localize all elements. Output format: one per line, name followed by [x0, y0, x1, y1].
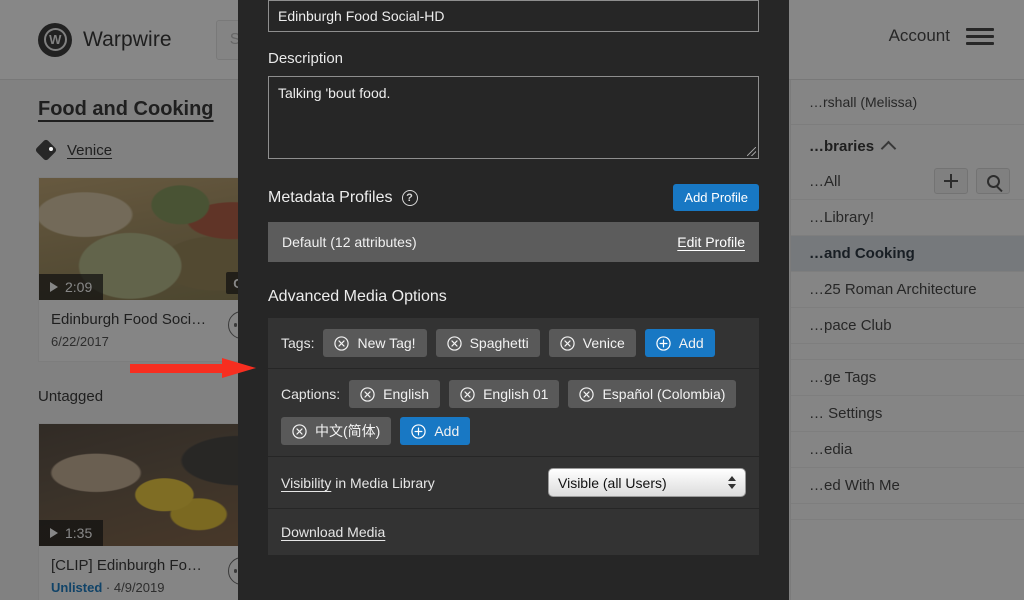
- edit-profile-link[interactable]: Edit Profile: [677, 234, 745, 250]
- question-mark-icon[interactable]: ?: [401, 189, 418, 206]
- advanced-options-panel: Tags: New Tag! Spaghetti Venice Add Capt…: [268, 318, 759, 555]
- circle-x-icon[interactable]: [360, 386, 375, 402]
- advanced-media-options-title: Advanced Media Options: [268, 288, 447, 305]
- circle-x-icon[interactable]: [446, 335, 462, 351]
- circle-x-icon[interactable]: [292, 423, 307, 439]
- description-label: Description: [268, 50, 344, 67]
- add-caption-label: Add: [434, 423, 460, 439]
- caption-chip-label: English 01: [483, 386, 549, 402]
- circle-plus-icon: [656, 335, 671, 351]
- description-value: Talking 'bout food.: [278, 85, 391, 101]
- circle-x-icon[interactable]: [560, 335, 575, 351]
- metadata-profiles-title: Metadata Profiles: [268, 188, 393, 206]
- caption-chip-label: Español (Colombia): [602, 386, 726, 402]
- edit-media-modal: Edinburgh Food Social-HD Description Tal…: [238, 0, 789, 600]
- caption-chip[interactable]: Español (Colombia): [568, 380, 737, 408]
- caption-chip[interactable]: English: [349, 380, 441, 408]
- visibility-suffix: in Media Library: [331, 474, 435, 491]
- download-media-link[interactable]: Download Media: [281, 524, 385, 540]
- captions-line-1: Captions: English English 01 Español (Co…: [281, 380, 746, 408]
- description-field[interactable]: Talking 'bout food.: [268, 76, 759, 159]
- profile-name: Default (12 attributes): [282, 234, 417, 250]
- tag-chip[interactable]: Venice: [548, 329, 636, 357]
- title-field[interactable]: Edinburgh Food Social-HD: [268, 0, 759, 32]
- screen-root: W Warpwire Search Account Food and Cooki…: [0, 0, 1024, 600]
- select-stepper-icon: [728, 476, 736, 489]
- tag-chip-label: Venice: [582, 335, 625, 351]
- circle-x-icon[interactable]: [334, 335, 350, 351]
- captions-line-2: 中文(简体) Add: [281, 417, 746, 445]
- metadata-profiles-header: Metadata Profiles ? Add Profile: [268, 184, 759, 211]
- visibility-selected-value: Visible (all Users): [558, 474, 667, 491]
- add-caption-button[interactable]: Add: [400, 417, 471, 445]
- captions-label: Captions:: [281, 386, 341, 402]
- tag-chip-label: Spaghetti: [469, 335, 529, 351]
- caption-chip[interactable]: 中文(简体): [281, 417, 392, 445]
- circle-plus-icon: [411, 423, 426, 439]
- resize-handle[interactable]: [747, 147, 756, 156]
- captions-rows: Captions: English English 01 Español (Co…: [281, 380, 746, 445]
- visibility-label: Visibility in Media Library: [281, 475, 435, 491]
- add-tag-label: Add: [678, 335, 704, 351]
- metadata-profile-row[interactable]: Default (12 attributes) Edit Profile: [268, 222, 759, 262]
- visibility-row: Visibility in Media Library Visible (all…: [268, 457, 759, 509]
- caption-chip-label: 中文(简体): [315, 423, 381, 439]
- caption-chip-label: English: [383, 386, 430, 402]
- tag-chip-label: New Tag!: [357, 335, 416, 351]
- captions-row: Captions: English English 01 Español (Co…: [268, 369, 759, 457]
- circle-x-icon[interactable]: [460, 386, 475, 402]
- visibility-link[interactable]: Visibility: [281, 475, 331, 491]
- visibility-select[interactable]: Visible (all Users): [548, 468, 746, 497]
- right-arrow-annotation: [130, 358, 256, 378]
- tag-chip[interactable]: New Tag!: [323, 329, 427, 357]
- add-tag-button[interactable]: Add: [644, 329, 715, 357]
- tags-row: Tags: New Tag! Spaghetti Venice Add: [268, 318, 759, 369]
- add-profile-button[interactable]: Add Profile: [673, 184, 759, 211]
- tag-chip[interactable]: Spaghetti: [435, 329, 540, 357]
- caption-chip[interactable]: English 01: [449, 380, 560, 408]
- download-row: Download Media: [268, 509, 759, 555]
- circle-x-icon[interactable]: [579, 386, 595, 402]
- tags-label: Tags:: [281, 335, 315, 351]
